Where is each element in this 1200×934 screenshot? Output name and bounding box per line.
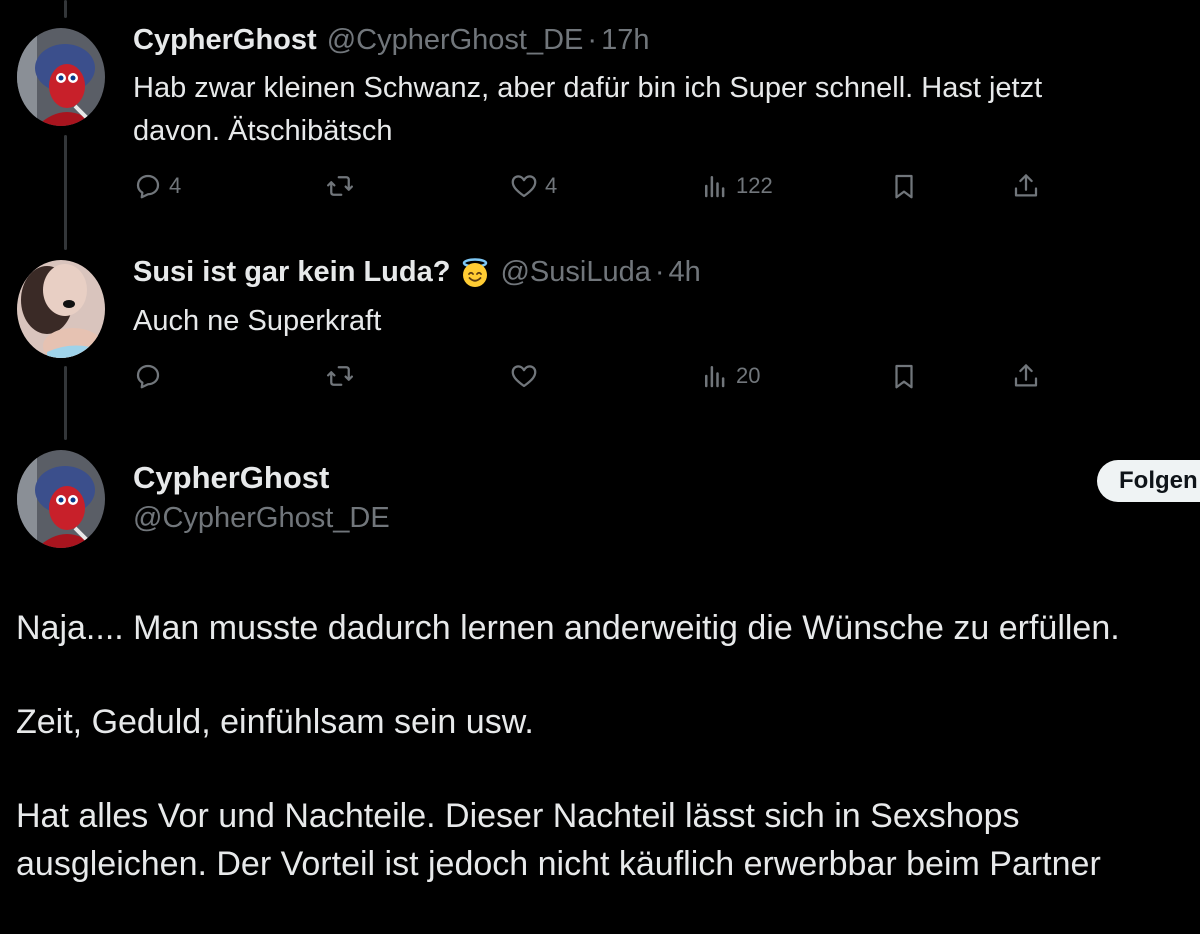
reply-icon	[136, 174, 160, 199]
heart-icon	[511, 365, 537, 388]
follow-button[interactable]: Folgen	[1097, 460, 1200, 502]
tweet-paragraph: Naja.... Man musste dadurch lernen ander…	[16, 609, 1120, 647]
reply-count: 4	[169, 173, 182, 198]
share-button[interactable]	[1011, 166, 1041, 206]
bookmark-button[interactable]	[889, 166, 919, 206]
retweet-icon	[327, 366, 353, 386]
action-bar: 20	[133, 356, 1053, 396]
bookmark-icon	[895, 364, 913, 389]
views-button[interactable]: 20	[700, 356, 760, 396]
views-icon	[705, 366, 725, 388]
reply-button[interactable]: 4	[133, 166, 181, 206]
tweet-paragraph: Zeit, Geduld, einfühlsam sein usw.	[16, 703, 534, 741]
timestamp[interactable]: 4h	[669, 256, 701, 289]
tweet-text-line: davon. Ätschibätsch	[133, 115, 393, 147]
retweet-button[interactable]	[325, 166, 355, 206]
avatar-cypherghost[interactable]	[17, 28, 105, 126]
thread-line-top	[64, 0, 67, 18]
reply-button[interactable]	[133, 356, 169, 396]
like-button[interactable]: 4	[509, 166, 557, 206]
share-icon	[1014, 174, 1038, 197]
tweet-paragraph: Hat alles Vor und Nachteile. Dieser Nach…	[16, 797, 1101, 883]
heart-icon	[511, 175, 537, 198]
separator-dot: ·	[587, 24, 598, 56]
reply-icon	[136, 364, 160, 389]
bookmark-button[interactable]	[889, 356, 919, 396]
avatar-cypherghost[interactable]	[17, 450, 105, 548]
tweet-text: Hab zwar kleinen Schwanz, aber dafür bin…	[133, 67, 1163, 153]
retweet-button[interactable]	[325, 356, 355, 396]
timestamp[interactable]: 17h	[601, 24, 649, 57]
author-name[interactable]: CypherGhost	[133, 460, 329, 496]
share-icon	[1014, 364, 1038, 387]
action-bar: 4 4 122	[133, 166, 1053, 206]
bookmark-icon	[895, 174, 913, 199]
share-button[interactable]	[1011, 356, 1041, 396]
main-tweet-text: Naja.... Man musste dadurch lernen ander…	[16, 604, 1186, 934]
separator-dot: ·	[654, 256, 665, 288]
thread-line-1	[64, 135, 67, 250]
views-count: 20	[736, 363, 761, 388]
views-button[interactable]: 122	[700, 166, 773, 206]
views-icon	[705, 176, 725, 198]
thread-line-2	[64, 366, 67, 440]
like-button[interactable]	[509, 356, 545, 396]
tweet-text-line: Auch ne Superkraft	[133, 305, 382, 337]
like-count: 4	[545, 173, 558, 198]
author-handle[interactable]: @CypherGhost_DE	[133, 502, 390, 535]
smiling-face-with-halo-emoji	[460, 257, 490, 288]
tweet-text: Auch ne Superkraft	[133, 300, 1163, 343]
author-handle[interactable]: @CypherGhost_DE	[327, 24, 584, 57]
author-name[interactable]: CypherGhost	[133, 24, 317, 57]
views-count: 122	[736, 173, 773, 198]
author-handle[interactable]: @SusiLuda	[500, 256, 650, 289]
author-name[interactable]: Susi ist gar kein Luda?	[133, 256, 450, 289]
retweet-icon	[327, 176, 353, 196]
tweet-text-line: Hab zwar kleinen Schwanz, aber dafür bin…	[133, 72, 1043, 104]
avatar-susiluda[interactable]	[17, 260, 105, 358]
